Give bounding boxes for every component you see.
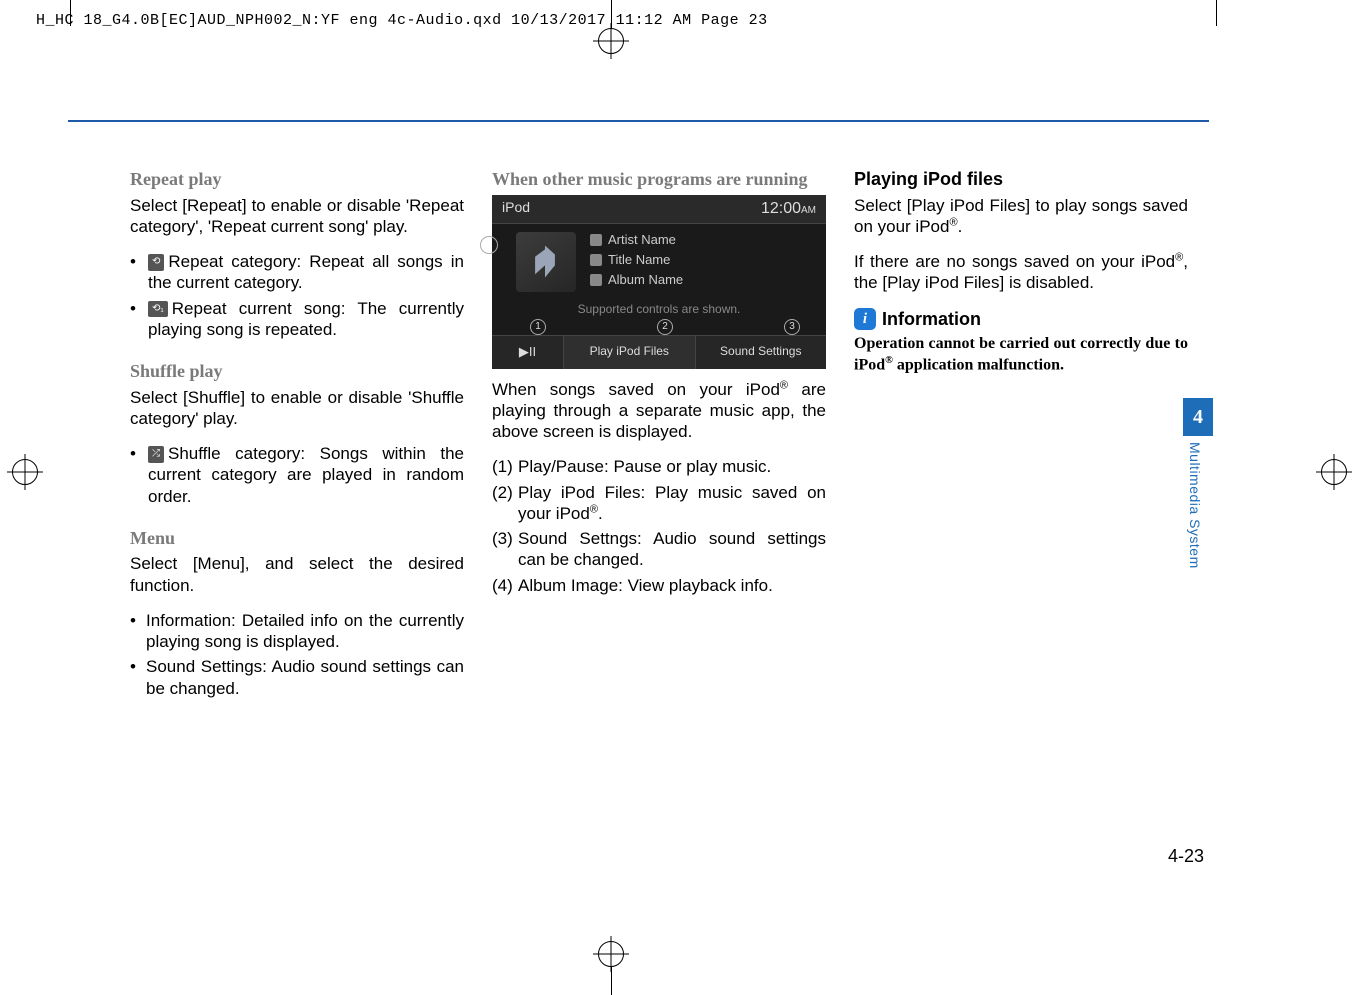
title-icon: [590, 254, 602, 266]
heading-other-music: When other music programs are running: [492, 168, 826, 191]
list-number: (3): [492, 528, 518, 571]
chapter-tab: 4: [1183, 398, 1213, 436]
paragraph: Select [Menu], and select the desired fu…: [130, 553, 464, 596]
artist-name: Artist Name: [608, 232, 676, 248]
print-header: H_HC 18_G4.0B[EC]AUD_NPH002_N:YF eng 4c-…: [36, 12, 768, 29]
clock: 12:00AM: [761, 199, 816, 219]
list-text: Sound Settngs: Audio sound settings can …: [518, 528, 826, 571]
list-item: • ⟲Repeat category: Repeat all songs in …: [130, 251, 464, 294]
callout-4: 4: [480, 236, 498, 254]
bullet-text: ⟲Repeat category: Repeat all songs in th…: [146, 251, 464, 294]
callout-2: 2: [657, 319, 673, 335]
list-item: • Sound Settings: Audio sound settings c…: [130, 656, 464, 699]
paragraph: When songs saved on your iPod® are playi…: [492, 379, 826, 443]
album-name: Album Name: [608, 272, 683, 288]
ipod-screenshot: iPod 12:00AM 4 Artist Name Title Name Al…: [492, 195, 826, 369]
bullet: •: [130, 610, 146, 631]
page-content: Repeat play Select [Repeat] to enable or…: [130, 168, 1190, 703]
repeat-song-icon: ⟲₁: [148, 301, 168, 318]
bullet: •: [130, 298, 146, 319]
bullet-text: ⟲₁Repeat current song: The currently pla…: [146, 298, 464, 341]
crop-mark: [70, 0, 71, 26]
screenshot-body: 4 Artist Name Title Name Album Name: [492, 224, 826, 297]
information-header: i Information: [854, 308, 1188, 331]
shuffle-icon: ⤮: [148, 446, 164, 463]
bullet-text: Sound Settings: Audio sound settings can…: [146, 656, 464, 699]
bullet-text: ⤮Shuffle category: Songs within the curr…: [146, 443, 464, 507]
title-name: Title Name: [608, 252, 670, 268]
list-text: Album Image: View playback info.: [518, 575, 826, 596]
paragraph: Select [Play iPod Files] to play songs s…: [854, 195, 1188, 238]
supported-text: Supported controls are shown.: [492, 296, 826, 319]
list-item: (3) Sound Settngs: Audio sound settings …: [492, 528, 826, 571]
list-number: (2): [492, 482, 518, 525]
information-body: Operation cannot be carried out correctl…: [854, 334, 1188, 375]
registration-mark-icon: [1321, 459, 1347, 485]
information-title: Information: [882, 308, 981, 331]
column-1: Repeat play Select [Repeat] to enable or…: [130, 168, 464, 703]
callout-1: 1: [530, 319, 546, 335]
column-2: When other music programs are running iP…: [492, 168, 826, 703]
bullet: •: [130, 443, 146, 464]
list-text: Play/Pause: Pause or play music.: [518, 456, 826, 477]
list-item: (2) Play iPod Files: Play music saved on…: [492, 482, 826, 525]
crop-mark: [1216, 0, 1217, 26]
list-number: (1): [492, 456, 518, 477]
album-art-icon: [516, 232, 576, 292]
info-icon: i: [854, 308, 876, 330]
registration-mark-icon: [12, 459, 38, 485]
artist-icon: [590, 234, 602, 246]
button-row: ▶II Play iPod Files Sound Settings: [492, 335, 826, 368]
heading-menu: Menu: [130, 527, 464, 550]
repeat-category-icon: ⟲: [148, 254, 164, 271]
bullet: •: [130, 656, 146, 677]
list-text: Play iPod Files: Play music saved on you…: [518, 482, 826, 525]
divider: [68, 120, 1209, 122]
heading-playing-ipod-files: Playing iPod files: [854, 168, 1188, 191]
paragraph: Select [Shuffle] to enable or disable 'S…: [130, 387, 464, 430]
paragraph: If there are no songs saved on your iPod…: [854, 251, 1188, 294]
list-item: • ⤮Shuffle category: Songs within the cu…: [130, 443, 464, 507]
paragraph: Select [Repeat] to enable or disable 'Re…: [130, 195, 464, 238]
list-item: (4) Album Image: View playback info.: [492, 575, 826, 596]
registration-mark-icon: [598, 28, 624, 54]
chapter-label: Multimedia System: [1187, 442, 1203, 569]
bullet-text: Information: Detailed info on the curren…: [146, 610, 464, 653]
callout-row: 1 2 3: [492, 319, 826, 335]
list-item: • ⟲₁Repeat current song: The currently p…: [130, 298, 464, 341]
album-icon: [590, 274, 602, 286]
callout-3: 3: [784, 319, 800, 335]
list-number: (4): [492, 575, 518, 596]
sound-settings-button[interactable]: Sound Settings: [696, 336, 827, 368]
column-3: Playing iPod files Select [Play iPod Fil…: [854, 168, 1188, 703]
registration-mark-icon: [598, 941, 624, 967]
screenshot-header: iPod 12:00AM: [492, 195, 826, 224]
bullet: •: [130, 251, 146, 272]
heading-shuffle-play: Shuffle play: [130, 360, 464, 383]
play-ipod-files-button[interactable]: Play iPod Files: [564, 336, 696, 368]
page-number: 4-23: [1168, 846, 1204, 867]
list-item: • Information: Detailed info on the curr…: [130, 610, 464, 653]
heading-repeat-play: Repeat play: [130, 168, 464, 191]
list-item: (1) Play/Pause: Pause or play music.: [492, 456, 826, 477]
play-pause-button[interactable]: ▶II: [492, 336, 564, 368]
source-label: iPod: [502, 199, 530, 219]
track-metadata: Artist Name Title Name Album Name: [590, 232, 683, 293]
